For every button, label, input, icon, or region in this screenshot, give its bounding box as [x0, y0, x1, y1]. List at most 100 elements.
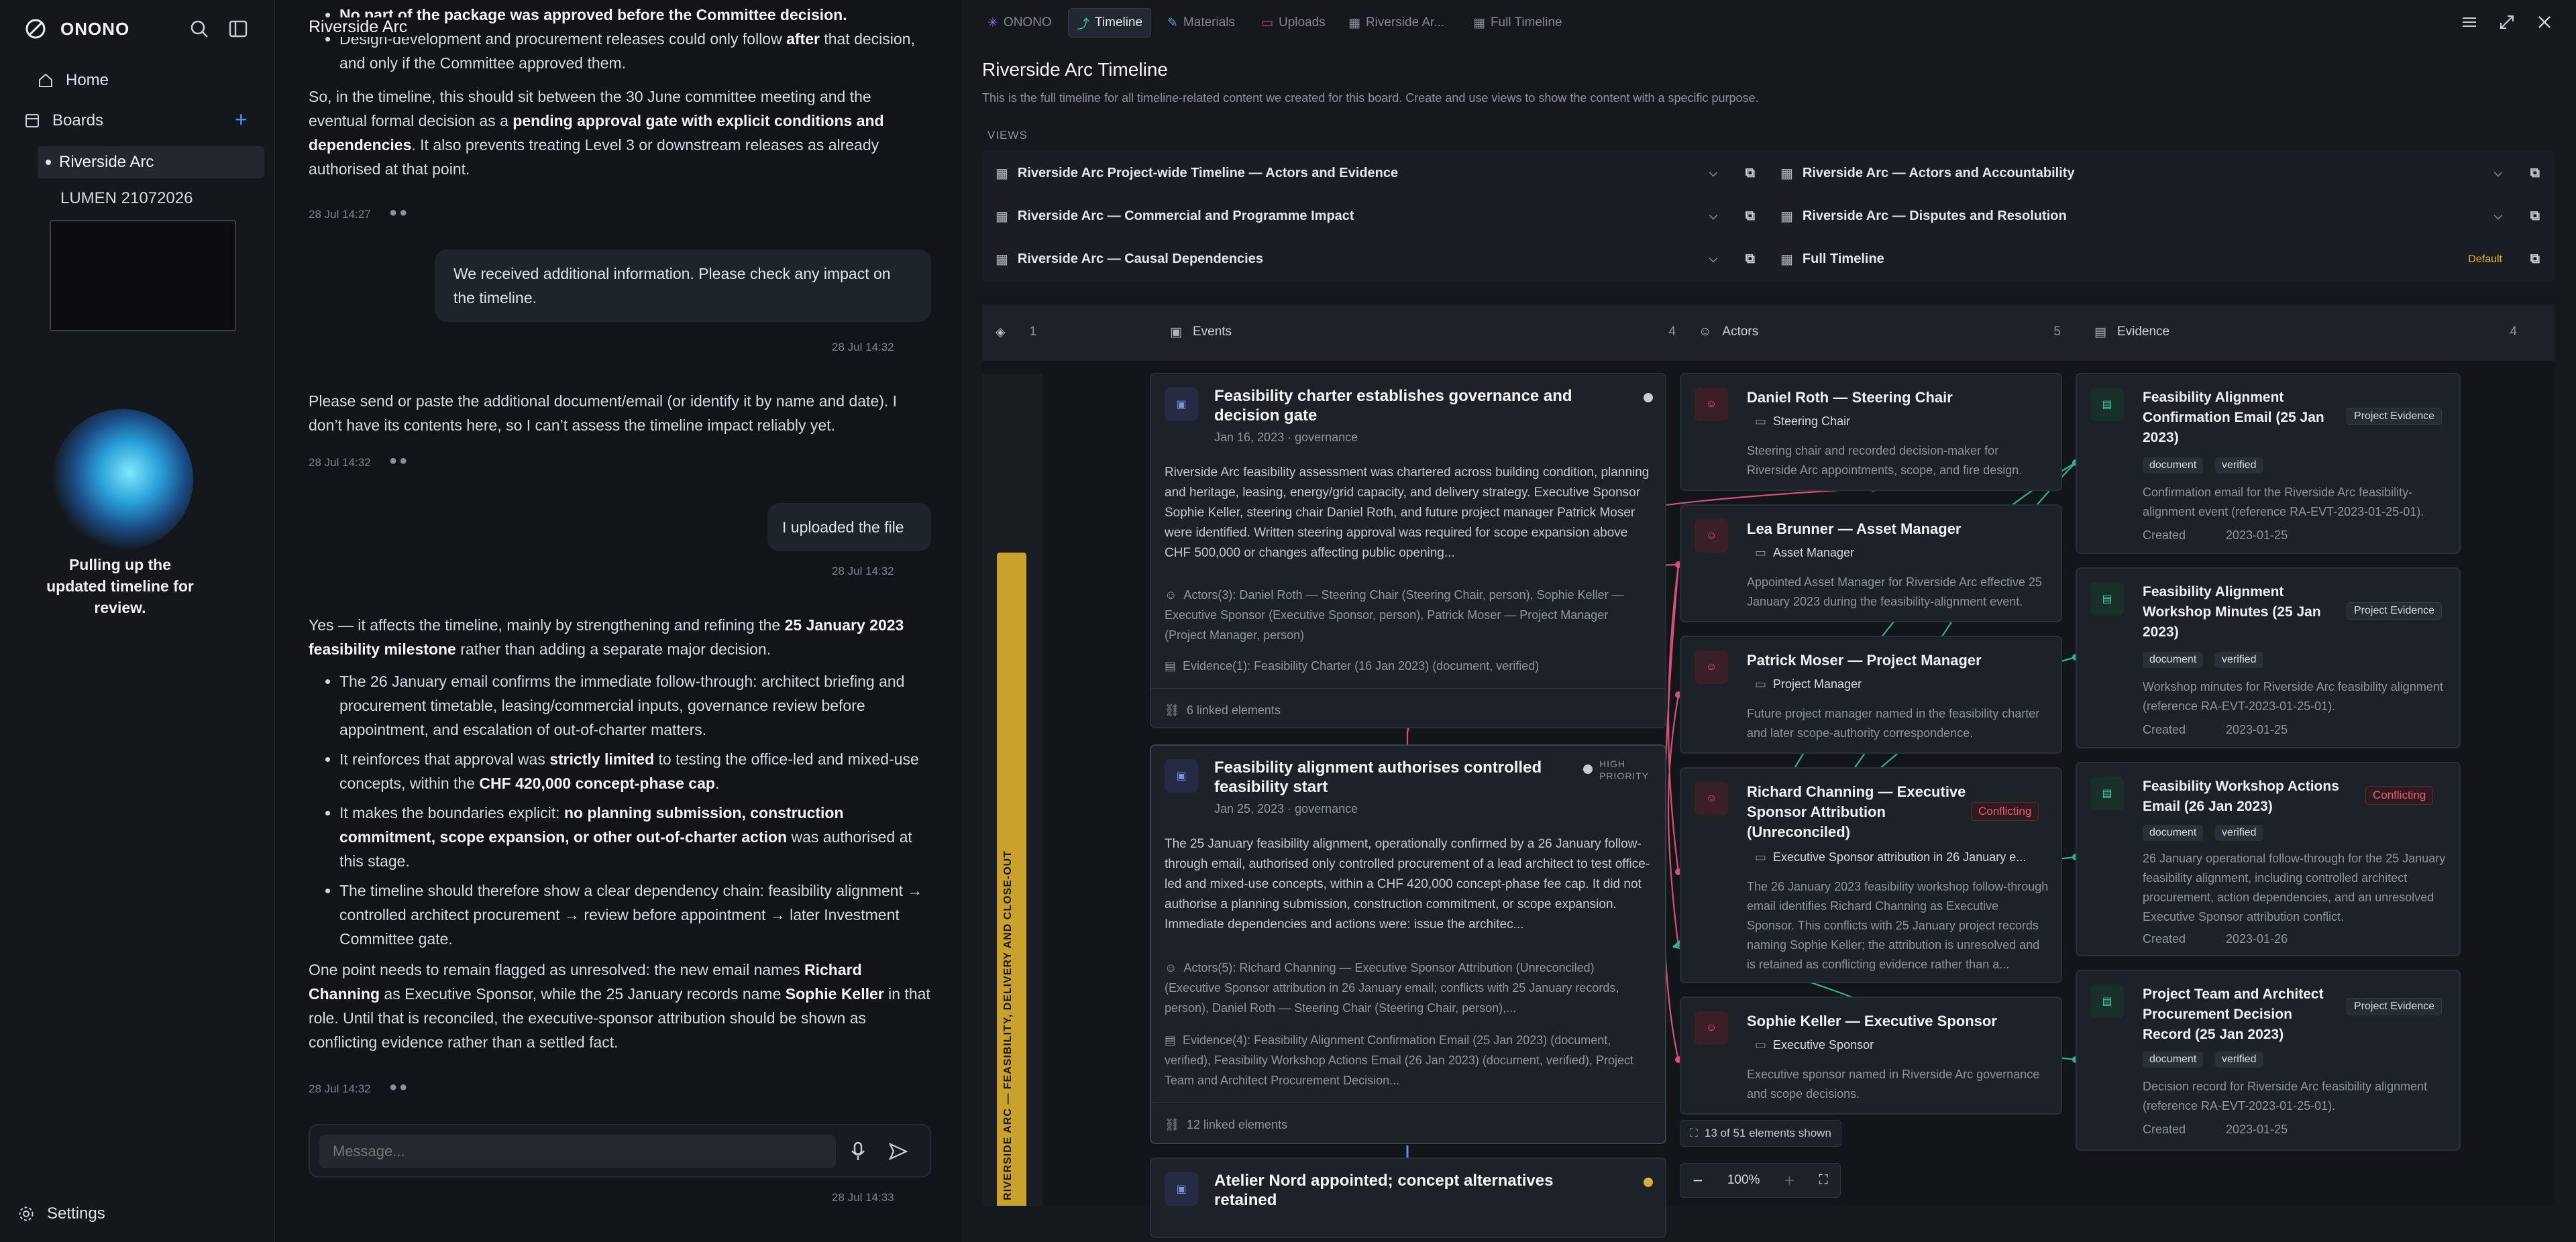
actor-card[interactable]: ☺ Lea Brunner — Asset Manager ▭ Asset Man… [1680, 504, 2062, 622]
evidence-created-label: Created [2143, 932, 2186, 946]
document-icon: ▤ [2090, 777, 2124, 810]
event-body: Riverside Arc feasibility assessment was… [1165, 465, 1650, 560]
evidence-kind: document [2143, 1052, 2204, 1068]
calendar-icon: ▣ [1165, 1172, 1198, 1206]
linked-divider [1151, 688, 1665, 689]
document-icon: ▤ [2090, 582, 2124, 616]
board-thumbnail[interactable] [50, 220, 236, 331]
assistant-orb [52, 409, 193, 550]
more-options-icon[interactable]: ●● [389, 1080, 409, 1095]
priority-dot-icon [1583, 765, 1593, 774]
list-item: No part of the package was approved befo… [339, 3, 932, 27]
evidence-description: Workshop minutes for Riverside Arc feasi… [2143, 680, 2443, 713]
event-card[interactable]: ▣ Atelier Nord appointed; concept altern… [1150, 1158, 1666, 1238]
actor-card[interactable]: ☺ Daniel Roth — Steering Chair ▭ Steering… [1680, 373, 2062, 491]
conflict-badge: Conflicting [2365, 786, 2434, 805]
evidence-description: Confirmation email for the Riverside Arc… [2143, 486, 2424, 518]
evidence-name: Project Team and Architect Procurement D… [2143, 986, 2324, 1042]
event-actors: ☺ Actors(3): Daniel Roth — Steering Chair… [1165, 588, 1624, 642]
person-icon: ☺ [1695, 651, 1728, 684]
actor-card[interactable]: ☺ Sophie Keller — Executive Sponsor ▭ Exe… [1680, 997, 2062, 1115]
calendar-icon: ▣ [1165, 759, 1198, 793]
event-title: Feasibility charter establishes governan… [1214, 387, 1572, 425]
actor-card[interactable]: ☺ Richard Channing — Executive Sponsor A… [1680, 767, 2062, 983]
evidence-card[interactable]: ▤ Project Team and Architect Procurement… [2076, 970, 2461, 1151]
logo-icon [24, 17, 47, 40]
assistant-status: Pulling up the updated timeline for revi… [46, 556, 194, 616]
microphone-icon[interactable] [849, 1141, 867, 1162]
list-item: The timeline should therefore show a cle… [339, 879, 934, 951]
timestamp: 28 Jul 14:27 [309, 208, 371, 221]
fullscreen-icon[interactable]: ⛶ [1819, 1173, 1827, 1188]
actor-role: ▭ Asset Manager [1755, 546, 1855, 559]
actor-description: Appointed Asset Manager for Riverside Ar… [1747, 575, 2042, 608]
boards-label: Boards [52, 111, 104, 129]
document-icon: ▤ [1165, 1033, 1177, 1047]
actor-card[interactable]: ☺ Patrick Moser — Project Manager ▭ Proje… [1680, 636, 2062, 754]
sidebar-item-lumen[interactable]: LUMEN 21072026 [60, 189, 193, 208]
event-actors: ☺ Actors(5): Richard Channing — Executive… [1165, 961, 1619, 1015]
evidence-card[interactable]: ▤ Feasibility Alignment Confirmation Ema… [2076, 373, 2461, 554]
assistant-message: Yes — it affects the timeline, mainly by… [309, 613, 934, 1054]
event-card[interactable]: ▣ Feasibility alignment authorises contr… [1150, 744, 1666, 1144]
sidebar-toggle-icon[interactable] [228, 19, 248, 39]
linked-elements[interactable]: ⛓ 12 linked elements [1165, 1115, 1287, 1135]
sidebar-section-boards[interactable]: Boards [24, 111, 103, 130]
status-dot-icon [1644, 1178, 1653, 1187]
actor-name: Richard Channing — Executive Sponsor Att… [1747, 783, 1966, 840]
linked-elements[interactable]: ⛓ 6 linked elements [1165, 700, 1281, 720]
person-icon: ☺ [1695, 782, 1728, 815]
zoom-out-button[interactable]: − [1693, 1170, 1703, 1191]
sidebar-item-riverside-arc[interactable]: Riverside Arc [38, 146, 264, 178]
more-options-icon[interactable]: ●● [389, 453, 409, 469]
evidence-card[interactable]: ▤ Feasibility Alignment Workshop Minutes… [2076, 567, 2461, 748]
send-icon[interactable] [888, 1141, 908, 1162]
brand[interactable]: ONONO [24, 17, 129, 40]
evidence-tag: Project Evidence [2347, 602, 2443, 620]
event-evidence: ▤ Evidence(4): Feasibility Alignment Conf… [1165, 1033, 1633, 1087]
sidebar-item-home[interactable]: Home [38, 71, 109, 90]
event-body: The 25 January feasibility alignment, op… [1165, 837, 1650, 932]
actor-role: ▭ Steering Chair [1755, 414, 1851, 428]
list-item: Design-development and procurement relea… [339, 27, 932, 75]
list-item: It makes the boundaries explicit: no pla… [339, 801, 934, 873]
evidence-status: verified [2215, 1052, 2263, 1068]
badge-icon: ▭ [1755, 1038, 1767, 1052]
evidence-created-date: 2023-01-26 [2226, 932, 2288, 946]
priority-badge: HIGH PRIORITY [1599, 758, 1650, 781]
evidence-created-label: Created [2143, 528, 2186, 542]
settings-label: Settings [47, 1204, 105, 1223]
evidence-description: Decision record for Riverside Arc feasib… [2143, 1080, 2428, 1113]
home-icon [38, 72, 54, 89]
boards-icon [24, 113, 40, 129]
more-options-icon[interactable]: ●● [389, 205, 409, 221]
evidence-kind: document [2143, 457, 2204, 473]
actor-name: Daniel Roth — Steering Chair [1747, 389, 1953, 406]
person-icon: ☺ [1695, 388, 1728, 421]
active-dot-icon [46, 160, 51, 165]
evidence-name: Feasibility Alignment Workshop Minutes (… [2143, 584, 2321, 640]
elements-shown-badge: ⛶ 13 of 51 elements shown [1680, 1120, 1841, 1147]
actor-role: ▭ Executive Sponsor attribution in 26 Jan… [1755, 850, 2027, 864]
link-icon: ⛓ [1165, 1118, 1180, 1131]
evidence-kind: document [2143, 825, 2204, 841]
user-message: We received additional information. Plea… [435, 249, 931, 322]
evidence-status: verified [2215, 652, 2263, 668]
status-dot-icon [1644, 393, 1653, 402]
settings-button[interactable]: Settings [17, 1204, 105, 1223]
actor-description: The 26 January 2023 feasibility workshop… [1747, 880, 2049, 971]
badge-icon: ▭ [1755, 414, 1767, 428]
event-card[interactable]: ▣ Feasibility charter establishes govern… [1150, 373, 1666, 728]
timestamp: 28 Jul 14:32 [832, 565, 894, 577]
zoom-in-button[interactable]: + [1784, 1170, 1794, 1191]
conflict-badge: Conflicting [1971, 802, 2039, 821]
evidence-card[interactable]: ▤ Feasibility Workshop Actions Email (26… [2076, 762, 2461, 956]
search-icon[interactable] [189, 19, 209, 39]
actor-name: Lea Brunner — Asset Manager [1747, 520, 1962, 537]
event-title: Feasibility alignment authorises control… [1214, 758, 1542, 796]
add-board-icon[interactable]: + [235, 107, 248, 132]
event-evidence: ▤ Evidence(1): Feasibility Charter (16 Ja… [1165, 659, 1540, 673]
message-input[interactable] [319, 1135, 836, 1168]
brand-name: ONONO [60, 18, 130, 39]
event-date: Jan 25, 2023 · governance [1214, 802, 1358, 815]
